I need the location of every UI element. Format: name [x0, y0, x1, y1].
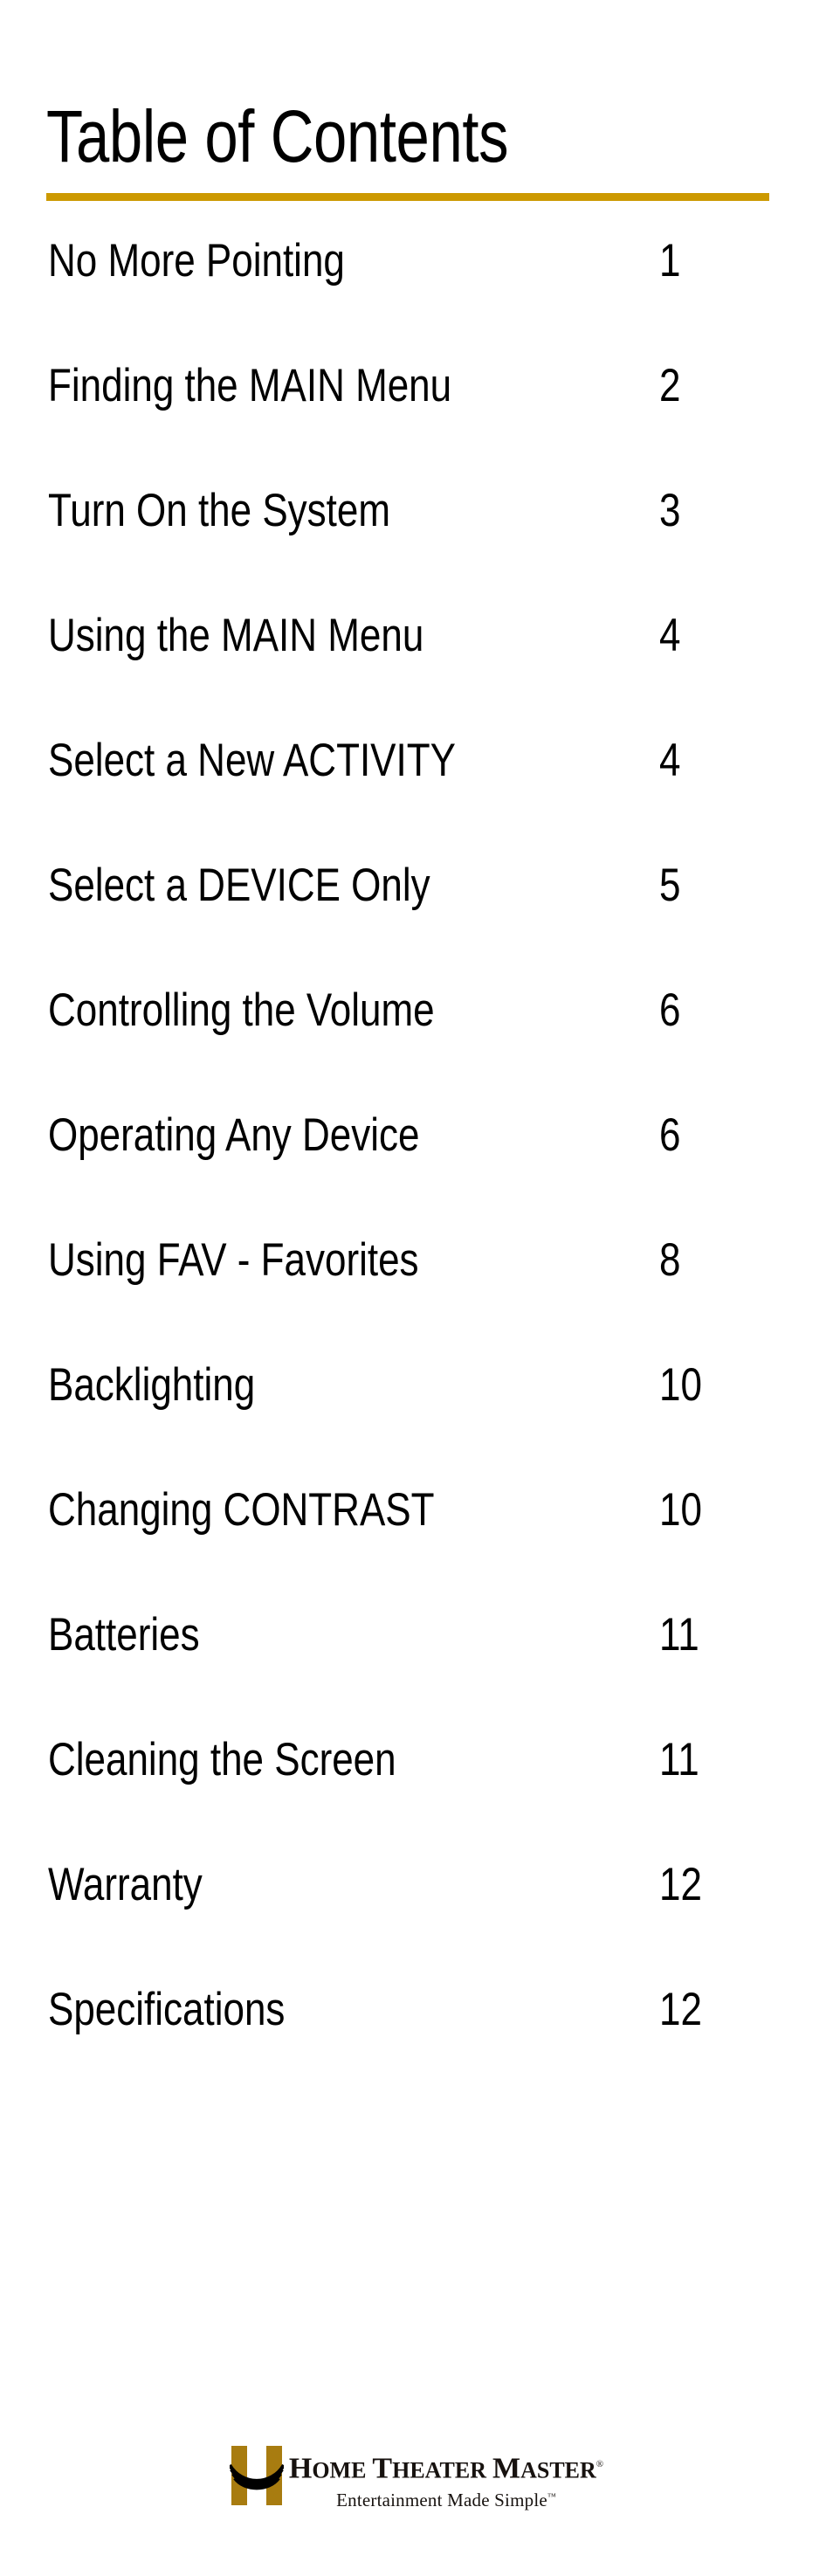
toc-entry-page-number: 12 [659, 1859, 702, 1910]
title-underline-rule [46, 193, 769, 201]
toc-row[interactable]: Batteries 11 [0, 1608, 833, 1733]
toc-entry-page-number: 4 [659, 610, 681, 661]
toc-row[interactable]: Cleaning the Screen 11 [0, 1733, 833, 1858]
toc-row[interactable]: Backlighting 10 [0, 1358, 833, 1483]
toc-row[interactable]: Select a New ACTIVITY 4 [0, 734, 833, 859]
toc-entry-page-number: 12 [659, 1984, 702, 2035]
toc-row[interactable]: Turn On the System 3 [0, 484, 833, 609]
toc-entry-page-number: 3 [659, 485, 681, 536]
logo-tagline-text: Entertainment Made Simple [336, 2490, 547, 2511]
registered-trademark-icon: ® [595, 2459, 604, 2469]
toc-entry-label[interactable]: Select a DEVICE Only [48, 859, 430, 913]
toc-entry-label[interactable]: Backlighting [48, 1358, 255, 1412]
toc-row[interactable]: Controlling the Volume 6 [0, 984, 833, 1108]
toc-entry-label[interactable]: Controlling the Volume [48, 984, 435, 1038]
wordmark-theater-rest: HEATER [392, 2457, 486, 2483]
wordmark-master-rest: ASTER [520, 2457, 596, 2483]
toc-row[interactable]: Warranty 12 [0, 1858, 833, 1983]
toc-entry-label[interactable]: Specifications [48, 1983, 285, 2037]
toc-row[interactable]: Specifications 12 [0, 1983, 833, 2108]
toc-entry-page-number: 6 [659, 1109, 681, 1161]
logo-wordmark: HOME THEATER MASTER® [289, 2448, 603, 2486]
toc-entry-page-number: 1 [659, 235, 681, 287]
home-theater-master-h-icon [228, 2446, 286, 2505]
toc-entry-label[interactable]: Changing CONTRAST [48, 1483, 435, 1537]
toc-entry-label[interactable]: Batteries [48, 1608, 200, 1662]
toc-row[interactable]: Select a DEVICE Only 5 [0, 859, 833, 984]
toc-row[interactable]: Changing CONTRAST 10 [0, 1483, 833, 1608]
wordmark-home-cap: H [288, 2452, 313, 2485]
wordmark-theater-cap: T [372, 2452, 393, 2485]
toc-entry-label[interactable]: Select a New ACTIVITY [48, 734, 456, 788]
toc-entry-label[interactable]: Warranty [48, 1858, 203, 1912]
toc-entry-page-number: 2 [659, 360, 681, 411]
page-header: Table of Contents [46, 98, 769, 175]
toc-entry-page-number: 10 [659, 1484, 702, 1536]
wordmark-home-rest: OME [312, 2457, 367, 2483]
toc-entry-label[interactable]: Operating Any Device [48, 1108, 419, 1163]
toc-entry-page-number: 5 [659, 860, 681, 911]
toc-entry-label[interactable]: No More Pointing [48, 234, 345, 288]
toc-entry-page-number: 11 [659, 1609, 699, 1661]
toc-page: Table of Contents No More Pointing 1 Findi… [0, 0, 833, 2576]
toc-row[interactable]: Finding the MAIN Menu 2 [0, 359, 833, 484]
toc-entry-page-number: 6 [659, 984, 681, 1036]
trademark-icon: ™ [547, 2492, 556, 2503]
toc-row[interactable]: Using FAV - Favorites 8 [0, 1233, 833, 1358]
toc-row[interactable]: Using the MAIN Menu 4 [0, 609, 833, 734]
toc-entry-page-number: 8 [659, 1234, 681, 1286]
toc-entry-label[interactable]: Using FAV - Favorites [48, 1233, 419, 1288]
footer-logo: HOME THEATER MASTER® Entertainment Made Si… [0, 2444, 833, 2510]
toc-list: No More Pointing 1 Finding the MAIN Menu 2 T… [0, 234, 833, 2108]
toc-entry-label[interactable]: Using the MAIN Menu [48, 609, 423, 663]
toc-entry-label[interactable]: Finding the MAIN Menu [48, 359, 451, 413]
toc-entry-label[interactable]: Turn On the System [48, 484, 390, 538]
toc-entry-page-number: 10 [659, 1359, 702, 1411]
wordmark-master-cap: M [492, 2452, 521, 2485]
toc-entry-page-number: 11 [659, 1734, 699, 1785]
toc-row[interactable]: No More Pointing 1 [0, 234, 833, 359]
page-title: Table of Contents [46, 95, 509, 177]
logo-tagline: Entertainment Made Simple™ [336, 2487, 556, 2510]
toc-entry-label[interactable]: Cleaning the Screen [48, 1733, 396, 1787]
toc-entry-page-number: 4 [659, 735, 681, 786]
toc-row[interactable]: Operating Any Device 6 [0, 1108, 833, 1233]
